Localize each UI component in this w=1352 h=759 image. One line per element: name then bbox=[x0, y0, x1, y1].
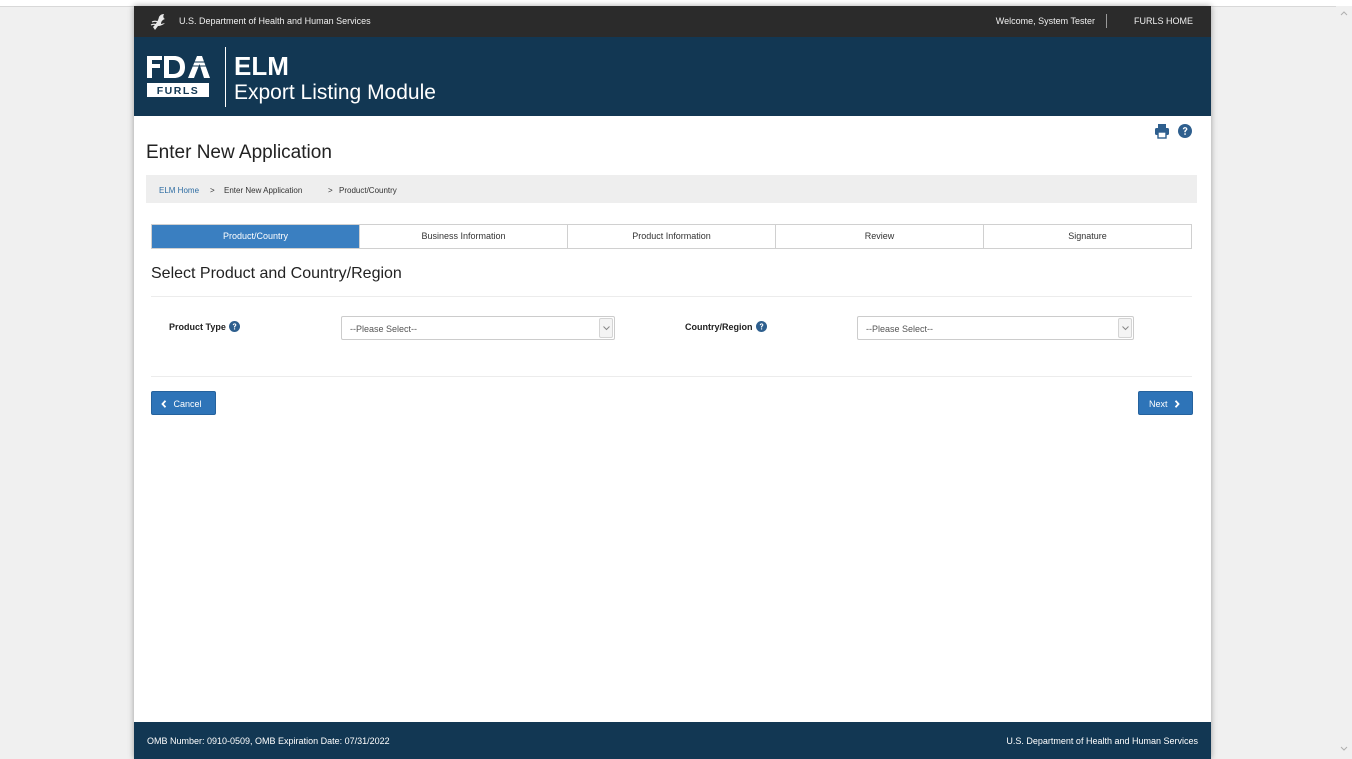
application-page: U.S. Department of Health and Human Serv… bbox=[134, 6, 1211, 759]
department-name: U.S. Department of Health and Human Serv… bbox=[179, 16, 371, 26]
product-type-value: --Please Select-- bbox=[350, 324, 418, 334]
wizard-steps: Product/Country Business Information Pro… bbox=[151, 224, 1192, 249]
next-label: Next bbox=[1149, 399, 1168, 409]
app-short-name: ELM bbox=[234, 51, 289, 81]
chevron-down-icon bbox=[1122, 326, 1129, 331]
breadcrumb-separator: > bbox=[210, 186, 215, 195]
step-product-country[interactable]: Product/Country bbox=[152, 225, 359, 248]
breadcrumb-elm-home[interactable]: ELM Home bbox=[159, 186, 199, 195]
product-type-select[interactable]: --Please Select-- bbox=[341, 316, 615, 340]
cancel-button[interactable]: Cancel bbox=[151, 391, 216, 415]
dropdown-arrow[interactable] bbox=[1118, 318, 1132, 338]
footer-department: U.S. Department of Health and Human Serv… bbox=[1006, 736, 1198, 746]
step-business-information[interactable]: Business Information bbox=[359, 225, 567, 248]
scroll-up-icon[interactable] bbox=[1340, 10, 1348, 16]
dropdown-arrow[interactable] bbox=[599, 318, 613, 338]
breadcrumb-enter-new-application: Enter New Application bbox=[224, 186, 303, 195]
omb-info: OMB Number: 0910-0509, OMB Expiration Da… bbox=[147, 736, 390, 746]
scroll-down-icon[interactable] bbox=[1340, 746, 1348, 752]
step-signature[interactable]: Signature bbox=[983, 225, 1191, 248]
country-region-value: --Please Select-- bbox=[866, 324, 934, 334]
cancel-label: Cancel bbox=[173, 399, 202, 409]
help-icon[interactable] bbox=[1178, 124, 1192, 138]
breadcrumb-separator: > bbox=[328, 186, 333, 195]
help-icon[interactable] bbox=[755, 321, 767, 332]
header-divider bbox=[225, 47, 226, 107]
window-scrollbar[interactable] bbox=[1336, 6, 1352, 759]
hhs-eagle-icon bbox=[150, 14, 165, 30]
form-divider bbox=[151, 376, 1192, 377]
svg-text:FURLS: FURLS bbox=[157, 85, 200, 97]
app-header: FURLS ELM Export Listing Module bbox=[134, 37, 1211, 116]
country-region-label: Country/Region bbox=[685, 321, 767, 332]
app-long-name: Export Listing Module bbox=[234, 81, 436, 104]
chevron-left-icon bbox=[161, 400, 167, 408]
breadcrumb: ELM Home > Enter New Application > Produ… bbox=[146, 175, 1197, 203]
utility-bar: U.S. Department of Health and Human Serv… bbox=[134, 6, 1211, 37]
welcome-text: Welcome, System Tester bbox=[995, 16, 1095, 26]
utility-divider bbox=[1106, 14, 1107, 28]
print-icon[interactable] bbox=[1154, 123, 1170, 139]
country-region-select[interactable]: --Please Select-- bbox=[857, 316, 1134, 340]
chevron-down-icon bbox=[603, 326, 610, 331]
section-divider bbox=[151, 296, 1192, 297]
breadcrumb-product-country: Product/Country bbox=[339, 186, 397, 195]
step-review[interactable]: Review bbox=[775, 225, 983, 248]
next-button[interactable]: Next bbox=[1138, 391, 1193, 415]
page-footer: OMB Number: 0910-0509, OMB Expiration Da… bbox=[134, 722, 1211, 759]
section-title: Select Product and Country/Region bbox=[151, 265, 402, 282]
help-icon[interactable] bbox=[228, 321, 240, 332]
step-product-information[interactable]: Product Information bbox=[567, 225, 775, 248]
product-type-label: Product Type bbox=[169, 321, 240, 332]
fda-logo[interactable]: FURLS bbox=[146, 54, 210, 98]
page-title: Enter New Application bbox=[146, 142, 332, 163]
furls-home-link[interactable]: FURLS HOME bbox=[1134, 16, 1193, 26]
chevron-right-icon bbox=[1174, 400, 1180, 408]
